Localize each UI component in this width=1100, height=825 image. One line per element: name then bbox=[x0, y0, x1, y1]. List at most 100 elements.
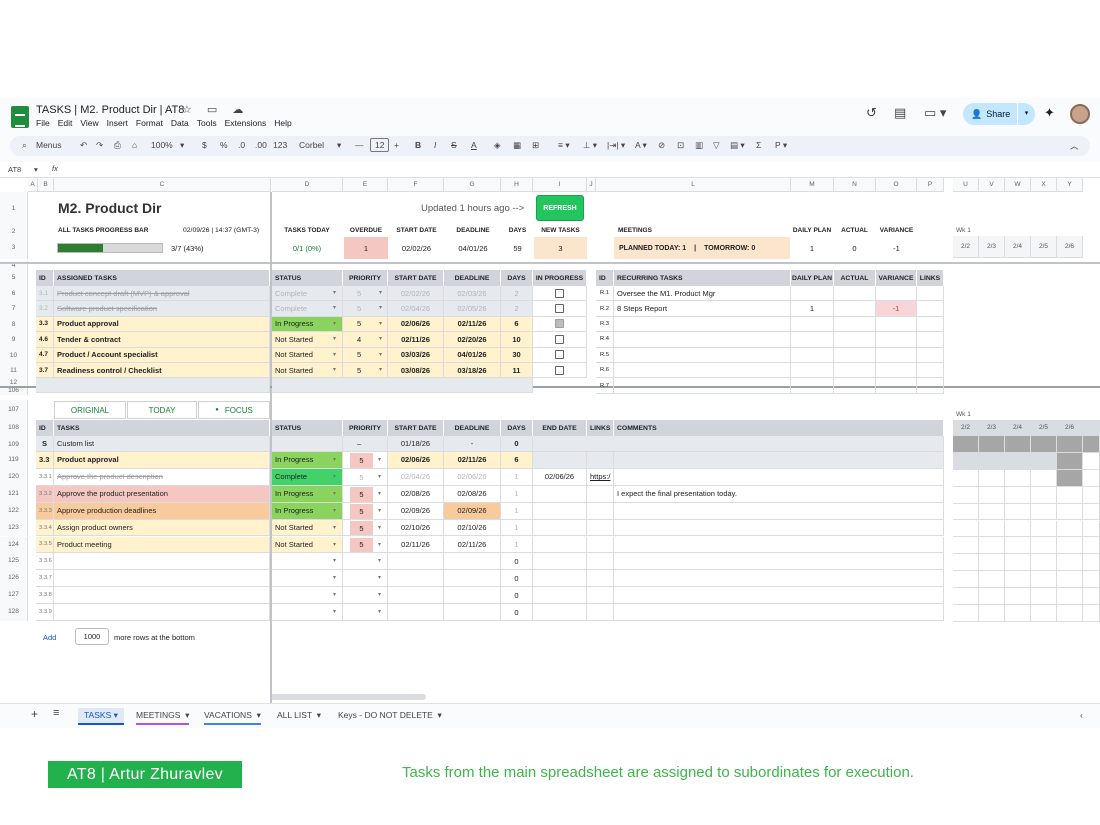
row-header-6[interactable]: 6 bbox=[0, 286, 28, 302]
row-header-7[interactable]: 7 bbox=[0, 301, 28, 317]
sheets-logo-icon[interactable] bbox=[11, 106, 29, 128]
column-header-m[interactable]: M bbox=[791, 178, 834, 192]
column-header-j[interactable]: J bbox=[587, 178, 596, 192]
search-menus-icon[interactable]: ⌕ bbox=[22, 140, 27, 151]
share-dropdown-icon[interactable]: ▾ bbox=[1017, 103, 1035, 125]
add-sheet-icon[interactable]: + bbox=[31, 707, 38, 721]
font-size-increase[interactable]: + bbox=[394, 140, 399, 150]
menu-item-view[interactable]: View bbox=[80, 118, 98, 128]
row-header-108[interactable]: 108 bbox=[0, 420, 28, 436]
tab-all-list[interactable]: ALL LIST ▾ bbox=[277, 710, 321, 721]
currency-button[interactable]: $ bbox=[202, 140, 207, 150]
gantt-cell[interactable] bbox=[1005, 436, 1031, 453]
vertical-align-icon[interactable]: ⊥ ▾ bbox=[583, 140, 597, 151]
document-title[interactable]: TASKS | M2. Product Dir | AT8 bbox=[36, 104, 184, 116]
chart-icon[interactable]: ▥ bbox=[695, 140, 703, 151]
column-header-o[interactable]: O bbox=[876, 178, 917, 192]
in-progress-checkbox[interactable] bbox=[555, 365, 564, 375]
avatar[interactable] bbox=[1070, 104, 1090, 124]
gantt-cell[interactable] bbox=[1083, 436, 1100, 453]
increase-decimal-button[interactable]: .00 bbox=[255, 140, 267, 150]
menu-item-tools[interactable]: Tools bbox=[197, 118, 217, 128]
text-rotation-icon[interactable]: A ▾ bbox=[635, 140, 647, 151]
row-header-11[interactable]: 11 bbox=[0, 363, 28, 379]
input-tools-icon[interactable]: P ▾ bbox=[775, 140, 787, 151]
number-format-button[interactable]: 123 bbox=[273, 140, 287, 150]
functions-icon[interactable]: Σ bbox=[756, 140, 761, 150]
tab-meetings[interactable]: MEETINGS ▾ bbox=[136, 710, 190, 725]
tab-tasks[interactable]: TASKS ▾ bbox=[78, 708, 124, 725]
column-header-u[interactable]: U bbox=[953, 178, 979, 192]
column-header-i[interactable]: I bbox=[533, 178, 587, 192]
merge-cells-icon[interactable]: ⊞ bbox=[532, 140, 539, 151]
fill-color-icon[interactable]: ◈ bbox=[494, 140, 501, 151]
row-header-119[interactable]: 119 bbox=[0, 452, 28, 469]
share-button[interactable]: 👤 Share ▾ bbox=[963, 103, 1035, 125]
meet-icon[interactable]: ▭ ▾ bbox=[924, 105, 946, 121]
font-size-decrease[interactable]: — bbox=[355, 140, 364, 150]
row-header-3[interactable]: 3 bbox=[0, 237, 28, 259]
font-select[interactable]: Corbel bbox=[299, 140, 324, 150]
column-header-d[interactable]: D bbox=[272, 178, 343, 192]
horizontal-scrollbar[interactable] bbox=[270, 694, 426, 700]
column-header-c[interactable]: C bbox=[54, 178, 271, 192]
comment-icon[interactable]: ⊡ bbox=[677, 140, 684, 151]
column-header-b[interactable]: B bbox=[38, 178, 54, 192]
in-progress-checkbox[interactable] bbox=[555, 334, 564, 344]
tab-original[interactable]: ORIGINAL bbox=[54, 401, 126, 419]
column-header-w[interactable]: W bbox=[1005, 178, 1031, 192]
row-header-128[interactable]: 128 bbox=[0, 604, 28, 621]
collapse-toolbar-icon[interactable]: ︿ bbox=[1070, 140, 1079, 152]
column-header-g[interactable]: G bbox=[444, 178, 501, 192]
borders-icon[interactable]: ▦ bbox=[513, 140, 521, 151]
column-header-h[interactable]: H bbox=[501, 178, 533, 192]
row-header-107[interactable]: 107 bbox=[0, 400, 28, 420]
formula-input[interactable] bbox=[64, 164, 1094, 176]
gantt-cell[interactable] bbox=[1031, 436, 1057, 453]
in-progress-checkbox[interactable] bbox=[555, 350, 564, 360]
row-header-2[interactable]: 2 bbox=[0, 226, 28, 237]
column-header-l[interactable]: L bbox=[596, 178, 791, 192]
menu-item-insert[interactable]: Insert bbox=[107, 118, 128, 128]
text-wrap-icon[interactable]: |⇥| ▾ bbox=[607, 140, 625, 151]
column-header-n[interactable]: N bbox=[834, 178, 876, 192]
tab-vacations[interactable]: VACATIONS ▾ bbox=[204, 710, 261, 725]
refresh-button[interactable]: REFRESH bbox=[536, 195, 584, 221]
row-header-106[interactable]: 106 bbox=[0, 387, 28, 395]
bold-button[interactable]: B bbox=[415, 140, 421, 150]
in-progress-checkbox[interactable] bbox=[555, 304, 564, 314]
print-icon[interactable]: ⎙ bbox=[114, 140, 121, 151]
gantt-cell[interactable] bbox=[1057, 436, 1083, 453]
tab-today[interactable]: TODAY bbox=[127, 401, 197, 419]
undo-icon[interactable]: ↶ bbox=[80, 140, 87, 151]
menu-item-help[interactable]: Help bbox=[274, 118, 291, 128]
row-header-126[interactable]: 126 bbox=[0, 570, 28, 588]
link-icon[interactable]: ⊘ bbox=[658, 140, 665, 151]
menu-item-edit[interactable]: Edit bbox=[58, 118, 73, 128]
row-header-9[interactable]: 9 bbox=[0, 332, 28, 348]
row-header-120[interactable]: 120 bbox=[0, 468, 28, 486]
in-progress-checkbox[interactable] bbox=[555, 319, 564, 329]
menu-item-format[interactable]: Format bbox=[136, 118, 163, 128]
tab-keys[interactable]: Keys - DO NOT DELETE ▾ bbox=[338, 710, 442, 721]
align-left-icon[interactable]: ≡ ▾ bbox=[558, 140, 570, 151]
row-header-124[interactable]: 124 bbox=[0, 536, 28, 554]
chevron-down-icon[interactable]: ▾ bbox=[34, 165, 38, 174]
column-header-y[interactable]: Y bbox=[1057, 178, 1083, 192]
decrease-decimal-button[interactable]: .0 bbox=[238, 140, 245, 150]
row-header-8[interactable]: 8 bbox=[0, 316, 28, 333]
gemini-icon[interactable]: ✦ bbox=[1044, 105, 1055, 121]
chevron-down-icon[interactable]: ▾ bbox=[180, 140, 184, 151]
in-progress-checkbox[interactable] bbox=[555, 288, 564, 298]
name-box[interactable]: AT8 bbox=[8, 165, 21, 174]
tab-focus[interactable]: ● FOCUS bbox=[198, 401, 270, 419]
frozen-row-divider[interactable] bbox=[0, 262, 1100, 264]
comments-icon[interactable]: ▤ bbox=[894, 105, 906, 121]
gantt-cell[interactable] bbox=[979, 436, 1005, 453]
strikethrough-icon[interactable]: S bbox=[451, 140, 457, 150]
row-header-10[interactable]: 10 bbox=[0, 347, 28, 363]
row-header-127[interactable]: 127 bbox=[0, 587, 28, 605]
paint-format-icon[interactable]: ⌂ bbox=[132, 140, 137, 150]
search-menus[interactable]: Menus bbox=[36, 140, 62, 150]
menu-item-file[interactable]: File bbox=[36, 118, 50, 128]
